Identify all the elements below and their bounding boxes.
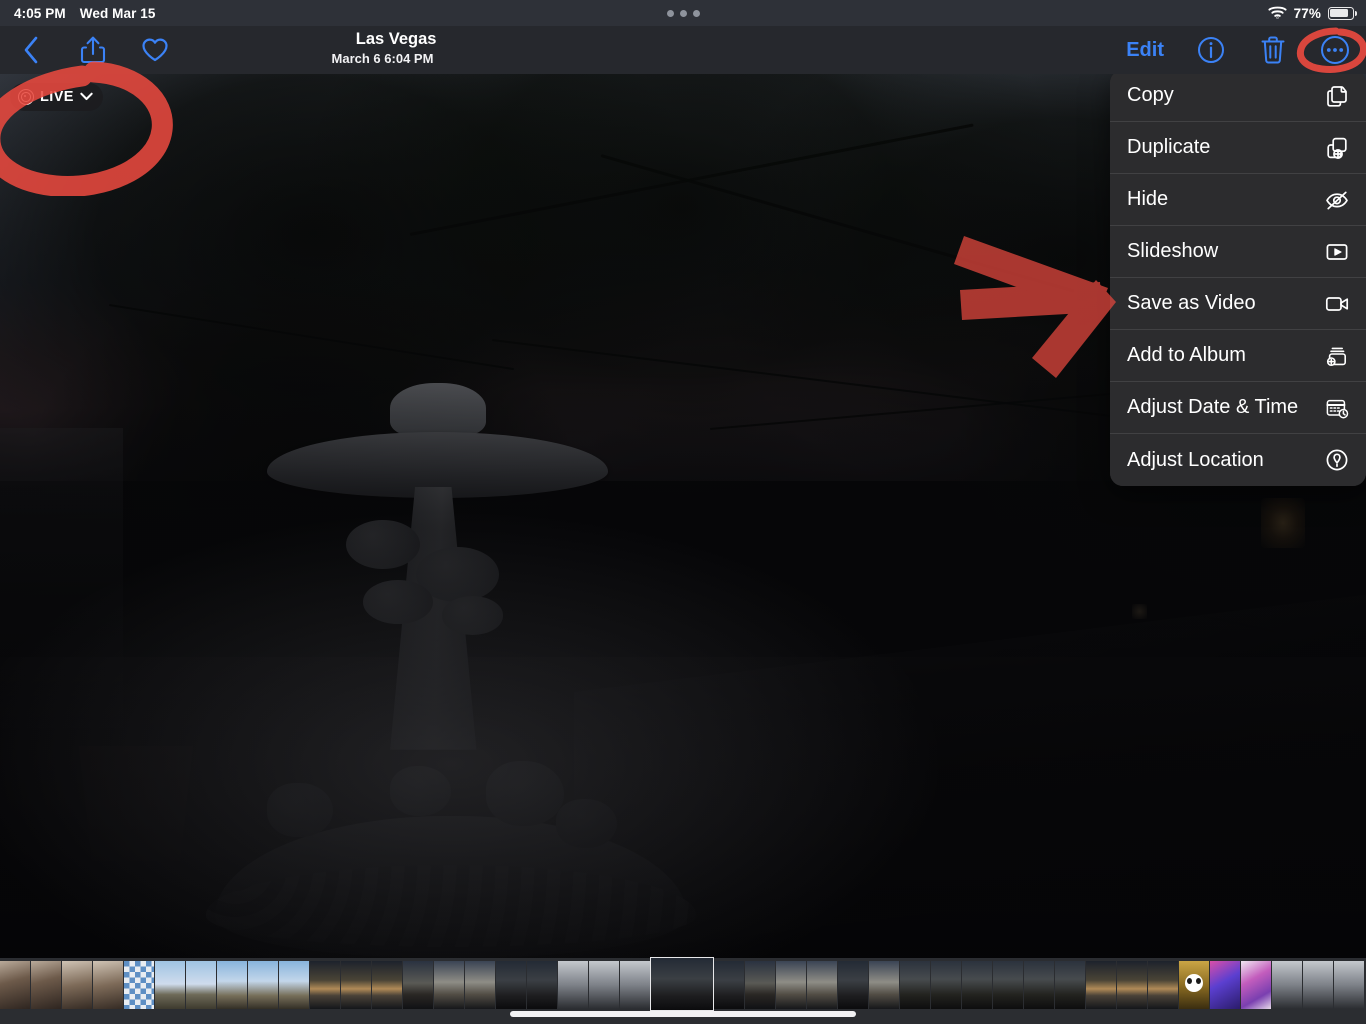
filmstrip-thumbnail[interactable] <box>1117 961 1147 1009</box>
filmstrip-thumbnail[interactable] <box>589 961 619 1009</box>
battery-percent: 77% <box>1293 5 1321 21</box>
status-date: Wed Mar 15 <box>79 5 156 21</box>
filmstrip-thumbnail[interactable] <box>838 961 868 1009</box>
location-pin-circle-icon <box>1324 447 1350 473</box>
filmstrip-thumbnail[interactable] <box>403 961 433 1009</box>
photos-app-screen: 4:05 PM Wed Mar 15 77% Las Vegas March 6… <box>0 0 1366 1024</box>
more-options-context-menu[interactable]: Copy Duplicate Hide Slideshow Save as Vi… <box>1110 70 1366 486</box>
status-bar-left: 4:05 PM Wed Mar 15 <box>0 6 156 21</box>
status-bar: 4:05 PM Wed Mar 15 77% <box>0 0 1366 26</box>
menu-item-duplicate[interactable]: Duplicate <box>1110 122 1366 174</box>
back-chevron-icon[interactable] <box>0 26 62 74</box>
menu-item-adjust-location[interactable]: Adjust Location <box>1110 434 1366 486</box>
live-badge-label: LIVE <box>40 89 74 105</box>
edit-button[interactable]: Edit <box>1110 26 1180 74</box>
filmstrip-thumbnail[interactable] <box>527 961 557 1009</box>
video-camera-icon <box>1324 291 1350 317</box>
duplicate-icon <box>1324 135 1350 161</box>
menu-item-hide[interactable]: Hide <box>1110 174 1366 226</box>
filmstrip-thumbnail[interactable] <box>31 961 61 1009</box>
play-rectangle-icon <box>1324 239 1350 265</box>
menu-item-label: Save as Video <box>1127 292 1256 314</box>
filmstrip-thumbnail[interactable] <box>1055 961 1085 1009</box>
filmstrip-thumbnail[interactable] <box>714 961 744 1009</box>
filmstrip-thumbnail[interactable] <box>776 961 806 1009</box>
filmstrip-thumbnail[interactable] <box>1210 961 1240 1009</box>
menu-item-label: Adjust Date & Time <box>1127 396 1299 418</box>
info-circle-icon[interactable] <box>1180 26 1242 74</box>
filmstrip-thumbnail[interactable] <box>372 961 402 1009</box>
filmstrip-thumbnail[interactable] <box>496 961 526 1009</box>
filmstrip-thumbnail[interactable] <box>62 961 92 1009</box>
menu-item-copy[interactable]: Copy <box>1110 70 1366 122</box>
filmstrip-thumbnail[interactable] <box>217 961 247 1009</box>
multitasking-dots-icon[interactable] <box>0 9 1366 17</box>
wifi-icon <box>1268 5 1287 22</box>
live-photo-icon <box>18 89 34 105</box>
filmstrip-thumbnail[interactable] <box>279 961 309 1009</box>
filmstrip-thumbnail[interactable] <box>1024 961 1054 1009</box>
filmstrip-thumbnail[interactable] <box>745 961 775 1009</box>
menu-item-slideshow[interactable]: Slideshow <box>1110 226 1366 278</box>
filmstrip-thumbnail[interactable] <box>620 961 650 1009</box>
filmstrip-thumbnail[interactable] <box>155 961 185 1009</box>
menu-item-label: Slideshow <box>1127 240 1219 262</box>
filmstrip-thumbnail[interactable] <box>558 961 588 1009</box>
filmstrip-thumbnail[interactable] <box>434 961 464 1009</box>
menu-item-label: Add to Album <box>1127 344 1246 366</box>
filmstrip-thumbnail[interactable] <box>900 961 930 1009</box>
filmstrip-thumbnail[interactable] <box>1086 961 1116 1009</box>
photo-filmstrip[interactable] <box>0 957 1366 1024</box>
filmstrip-thumbnail[interactable] <box>962 961 992 1009</box>
filmstrip-thumbnail[interactable] <box>1272 961 1302 1009</box>
heart-icon[interactable] <box>124 26 186 74</box>
nav-right-group: Edit <box>1110 26 1366 74</box>
add-to-album-icon <box>1324 343 1350 369</box>
filmstrip-thumbnail[interactable] <box>93 961 123 1009</box>
menu-item-save-as-video[interactable]: Save as Video <box>1110 278 1366 330</box>
more-ellipsis-circle-icon[interactable] <box>1304 26 1366 74</box>
filmstrip-scroller[interactable] <box>0 957 1364 1011</box>
trash-icon[interactable] <box>1242 26 1304 74</box>
filmstrip-thumbnail[interactable] <box>341 961 371 1009</box>
filmstrip-thumbnail[interactable] <box>124 961 154 1009</box>
filmstrip-thumbnail-selected[interactable] <box>650 957 714 1011</box>
filmstrip-thumbnail[interactable] <box>931 961 961 1009</box>
menu-item-label: Copy <box>1127 84 1174 106</box>
nav-left-group <box>0 26 186 74</box>
filmstrip-thumbnail[interactable] <box>186 961 216 1009</box>
status-time: 4:05 PM <box>14 5 66 21</box>
filmstrip-thumbnail[interactable] <box>807 961 837 1009</box>
filmstrip-thumbnail[interactable] <box>0 961 30 1009</box>
filmstrip-thumbnail[interactable] <box>248 961 278 1009</box>
calendar-clock-icon <box>1324 395 1350 421</box>
filmstrip-thumbnail[interactable] <box>1148 961 1178 1009</box>
filmstrip-thumbnail[interactable] <box>993 961 1023 1009</box>
filmstrip-thumbnail[interactable] <box>1303 961 1333 1009</box>
filmstrip-thumbnail[interactable] <box>310 961 340 1009</box>
menu-item-add-to-album[interactable]: Add to Album <box>1110 330 1366 382</box>
eye-slash-icon <box>1324 187 1350 213</box>
menu-item-label: Adjust Location <box>1127 448 1264 471</box>
live-photo-badge[interactable]: LIVE <box>10 83 103 111</box>
home-indicator[interactable] <box>510 1011 856 1017</box>
share-icon[interactable] <box>62 26 124 74</box>
battery-icon <box>1328 6 1357 20</box>
filmstrip-thumbnail[interactable] <box>465 961 495 1009</box>
menu-item-label: Duplicate <box>1127 136 1211 158</box>
navigation-bar: Las Vegas March 6 6:04 PM Edit <box>0 26 1366 74</box>
menu-item-label: Hide <box>1127 188 1169 210</box>
status-bar-right: 77% <box>1268 5 1357 22</box>
filmstrip-thumbnail[interactable] <box>1334 961 1364 1009</box>
copy-icon <box>1324 83 1350 109</box>
filmstrip-thumbnail[interactable] <box>869 961 899 1009</box>
filmstrip-thumbnail[interactable] <box>1241 961 1271 1009</box>
panda-face-icon <box>1185 974 1203 993</box>
menu-item-adjust-date-time[interactable]: Adjust Date & Time <box>1110 382 1366 434</box>
chevron-down-icon <box>80 89 93 105</box>
filmstrip-thumbnail[interactable] <box>1179 961 1209 1009</box>
